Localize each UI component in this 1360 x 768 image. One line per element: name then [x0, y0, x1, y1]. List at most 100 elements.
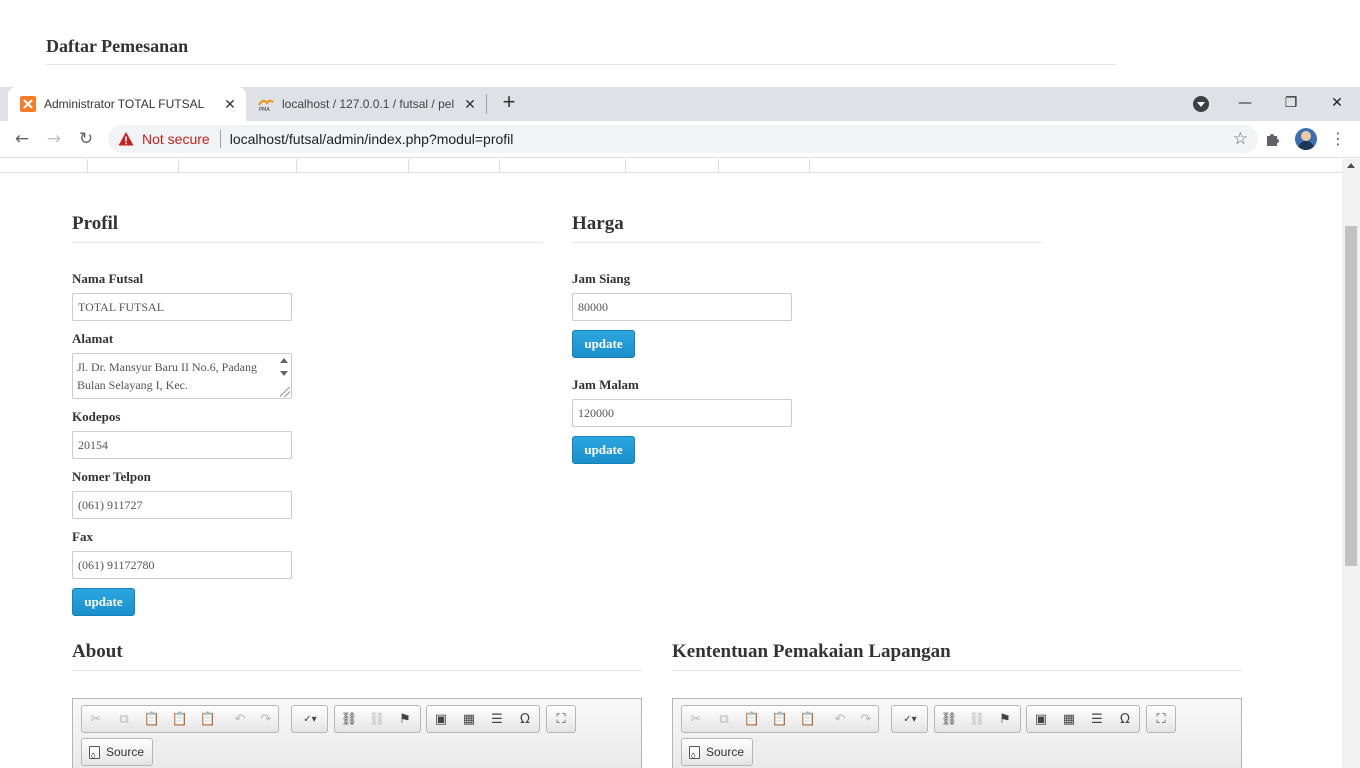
undo-icon[interactable]: ↶ [830, 710, 850, 730]
jam-siang-update-button[interactable]: update [572, 330, 635, 358]
link-icon[interactable]: ⛓ [939, 710, 959, 730]
close-window-button[interactable]: ✕ [1314, 90, 1360, 116]
back-icon[interactable]: ← [10, 127, 34, 151]
link-icon[interactable]: ⛓ [339, 710, 359, 730]
nav-divider [178, 159, 179, 172]
close-tab-icon[interactable]: ✕ [460, 96, 480, 113]
paste-icon[interactable]: 📋 [142, 710, 162, 730]
spellcheck-group: ✓▾ [291, 705, 328, 733]
redo-icon[interactable]: ↷ [256, 710, 276, 730]
paste-word-icon[interactable]: 📋 [198, 710, 218, 730]
profil-update-button[interactable]: update [72, 588, 135, 616]
jam-malam-update-button[interactable]: update [572, 436, 635, 464]
divider [72, 242, 542, 243]
about-editor[interactable]: ✂ ⧉ 📋 📋 📋 ↶ ↷ ✓▾ ⛓ ⛓ ⚑ ▣ ▦ ☰ Ω ⛶ Source [72, 698, 642, 768]
textarea-scroll-down-icon[interactable] [280, 371, 288, 376]
image-icon[interactable]: ▣ [1031, 710, 1051, 730]
divider [672, 670, 1242, 671]
horizontal-line-icon[interactable]: ☰ [1087, 710, 1107, 730]
tab-title: Administrator TOTAL FUTSAL [44, 97, 205, 111]
link-group: ⛓ ⛓ ⚑ [934, 705, 1021, 733]
divider [72, 670, 642, 671]
address-bar[interactable]: Not secure localhost/futsal/admin/index.… [108, 125, 1258, 153]
reload-icon[interactable]: ↻ [74, 127, 98, 151]
extensions-puzzle-icon[interactable] [1264, 130, 1282, 148]
jam-siang-input[interactable]: 80000 [572, 293, 792, 321]
omnibox-separator [219, 130, 221, 148]
kodepos-input[interactable]: 20154 [72, 431, 292, 459]
close-tab-icon[interactable]: ✕ [220, 96, 240, 113]
background-page: Daftar Pemesanan [0, 0, 1360, 88]
nav-divider [499, 159, 500, 172]
divider [572, 242, 1042, 243]
paste-icon[interactable]: 📋 [742, 710, 762, 730]
special-char-icon[interactable]: Ω [515, 710, 535, 730]
spellcheck-icon[interactable]: ✓▾ [897, 710, 923, 730]
source-button[interactable]: Source [681, 738, 753, 768]
horizontal-line-icon[interactable]: ☰ [487, 710, 507, 730]
tab-phpmyadmin[interactable]: PMA localhost / 127.0.0.1 / futsal / pel… [250, 87, 486, 121]
nav-divider [408, 159, 409, 172]
tab-separator [486, 94, 487, 114]
more-menu-icon[interactable]: ⋮ [1330, 128, 1346, 150]
source-button[interactable]: Source [81, 738, 153, 768]
kodepos-label: Kodepos [72, 409, 121, 424]
copy-icon[interactable]: ⧉ [714, 710, 734, 730]
profile-avatar[interactable] [1295, 128, 1317, 150]
nama-futsal-label: Nama Futsal [72, 271, 144, 286]
page-scrollbar[interactable] [1342, 159, 1360, 768]
ketentuan-editor[interactable]: ✂ ⧉ 📋 📋 📋 ↶ ↷ ✓▾ ⛓ ⛓ ⚑ ▣ ▦ ☰ Ω ⛶ Source [672, 698, 1242, 768]
spellcheck-group: ✓▾ [891, 705, 928, 733]
harga-heading: Harga [572, 213, 624, 234]
cut-icon[interactable]: ✂ [86, 710, 106, 730]
paste-text-icon[interactable]: 📋 [170, 710, 190, 730]
nomer-telpon-input[interactable]: (061) 911727 [72, 491, 292, 519]
scroll-thumb[interactable] [1345, 226, 1357, 566]
spellcheck-icon[interactable]: ✓▾ [297, 710, 323, 730]
table-icon[interactable]: ▦ [459, 710, 479, 730]
resize-grip-icon[interactable] [280, 387, 290, 397]
restore-button[interactable]: ❐ [1268, 90, 1314, 116]
cut-icon[interactable]: ✂ [686, 710, 706, 730]
special-char-icon[interactable]: Ω [1115, 710, 1135, 730]
table-icon[interactable]: ▦ [1059, 710, 1079, 730]
bookmark-star-icon[interactable]: ☆ [1233, 129, 1248, 149]
unlink-icon[interactable]: ⛓ [367, 710, 387, 730]
fax-input[interactable]: (061) 91172780 [72, 551, 292, 579]
nomer-telpon-label: Nomer Telpon [72, 469, 151, 484]
ketentuan-heading: Kententuan Pemakaian Lapangan [672, 641, 951, 662]
copy-icon[interactable]: ⧉ [114, 710, 134, 730]
image-icon[interactable]: ▣ [431, 710, 451, 730]
about-heading: About [72, 641, 123, 662]
url-text[interactable]: localhost/futsal/admin/index.php?modul=p… [230, 131, 514, 147]
redo-icon[interactable]: ↷ [856, 710, 876, 730]
unlink-icon[interactable]: ⛓ [967, 710, 987, 730]
tab-strip: Administrator TOTAL FUTSAL ✕ PMA localho… [0, 87, 1360, 121]
phpmyadmin-icon: PMA [258, 99, 274, 112]
scroll-up-icon[interactable] [1347, 163, 1355, 168]
jam-malam-input[interactable]: 120000 [572, 399, 792, 427]
anchor-flag-icon[interactable]: ⚑ [995, 710, 1015, 730]
nama-futsal-input[interactable]: TOTAL FUTSAL [72, 293, 292, 321]
insert-group: ▣ ▦ ☰ Ω [426, 705, 540, 733]
maximize-group: ⛶ [1146, 705, 1176, 733]
nav-divider [718, 159, 719, 172]
alamat-textarea[interactable]: Jl. Dr. Mansyur Baru II No.6, Padang Bul… [72, 353, 292, 399]
svg-text:PMA: PMA [259, 107, 270, 112]
anchor-flag-icon[interactable]: ⚑ [395, 710, 415, 730]
maximize-icon[interactable]: ⛶ [1151, 710, 1171, 730]
tab-search-icon[interactable] [1193, 96, 1209, 112]
textarea-scroll-up-icon[interactable] [280, 358, 288, 363]
maximize-icon[interactable]: ⛶ [551, 710, 571, 730]
clipboard-group: ✂ ⧉ 📋 📋 📋 ↶ ↷ [681, 705, 879, 733]
not-secure-label[interactable]: Not secure [142, 131, 210, 147]
tab-admin[interactable]: Administrator TOTAL FUTSAL ✕ [8, 87, 246, 121]
new-tab-button[interactable]: + [498, 91, 520, 114]
source-icon [689, 743, 700, 768]
paste-text-icon[interactable]: 📋 [770, 710, 790, 730]
minimize-button[interactable]: — [1222, 90, 1268, 116]
forward-icon[interactable]: → [42, 127, 66, 151]
source-label: Source [106, 745, 145, 759]
paste-word-icon[interactable]: 📋 [798, 710, 818, 730]
undo-icon[interactable]: ↶ [230, 710, 250, 730]
